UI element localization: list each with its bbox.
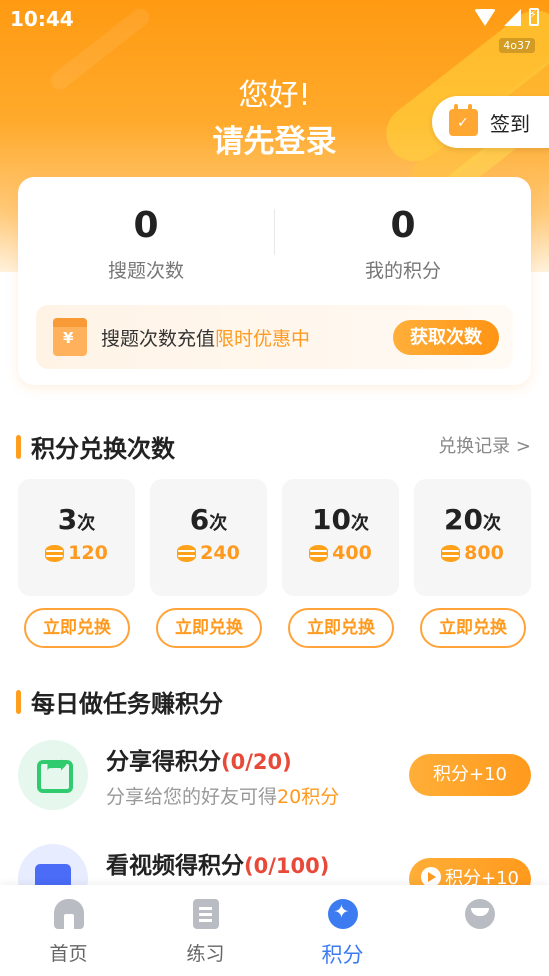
- battery-icon: [529, 8, 539, 26]
- recharge-banner[interactable]: 搜题次数充值 限时优惠中 获取次数: [36, 305, 513, 369]
- task-progress: (0/20): [221, 750, 292, 774]
- mine-icon: [464, 899, 495, 929]
- redeem-button[interactable]: 立即兑换: [156, 608, 262, 648]
- exchange-card[interactable]: 10次 400: [282, 479, 399, 596]
- checkin-button[interactable]: 签到: [432, 96, 549, 148]
- nav-points[interactable]: 积分: [274, 899, 411, 969]
- recharge-highlight: 限时优惠中: [215, 327, 311, 350]
- get-count-button[interactable]: 获取次数: [393, 320, 499, 355]
- coin-icon: [45, 544, 65, 562]
- exchange-title: 积分兑换次数: [31, 435, 175, 463]
- checkin-label: 签到: [490, 111, 530, 136]
- tasks-section-title: 每日做任务赚积分: [16, 684, 223, 719]
- nav-label: 首页: [49, 943, 88, 965]
- nav-label: 积分: [321, 943, 364, 967]
- task-description: 分享给您的好友可得20积分: [106, 782, 339, 809]
- task-progress: (0/100): [244, 854, 330, 878]
- play-icon: [421, 867, 441, 887]
- exchange-unit: 次: [77, 513, 96, 534]
- exchange-count: 3: [57, 503, 78, 536]
- exchange-card[interactable]: 20次 800: [414, 479, 531, 596]
- search-count-stat[interactable]: 0 搜题次数: [18, 205, 274, 283]
- recharge-text: 搜题次数充值: [101, 327, 216, 350]
- nav-label: 练习: [186, 943, 225, 965]
- search-count-value: 0: [133, 205, 159, 246]
- nav-home[interactable]: 首页: [0, 899, 137, 966]
- exchange-record-link[interactable]: 兑换记录 >: [438, 432, 531, 458]
- coin-icon: [177, 544, 197, 562]
- task-share: 分享得积分(0/20) 分享给您的好友可得20积分 积分+10: [18, 740, 531, 810]
- task-name: 看视频得积分: [106, 853, 244, 879]
- wifi-icon: [474, 8, 496, 26]
- points-icon: [327, 899, 358, 929]
- exchange-card[interactable]: 3次 120: [18, 479, 135, 596]
- exchange-unit: 次: [209, 513, 228, 534]
- task-desc-highlight: 20积分: [277, 786, 340, 808]
- bottom-nav: 首页 练习 积分: [0, 885, 549, 976]
- section-marker: [16, 434, 21, 459]
- coin-icon: [441, 544, 461, 562]
- status-icons: [474, 8, 539, 26]
- status-time: 10:44: [10, 7, 74, 31]
- redeem-button[interactable]: 立即兑换: [24, 608, 130, 648]
- calendar-check-icon: [449, 103, 478, 136]
- coupon-icon: [53, 318, 87, 356]
- home-icon: [53, 899, 84, 929]
- exchange-card[interactable]: 6次 240: [150, 479, 267, 596]
- task-name: 分享得积分: [106, 749, 221, 775]
- share-icon: [18, 740, 88, 810]
- task-title: 看视频得积分(0/100): [106, 846, 329, 880]
- stats-card: 0 搜题次数 0 我的积分 搜题次数充值 限时优惠中 获取次数: [18, 177, 531, 385]
- points-value: 0: [390, 205, 416, 246]
- exchange-unit: 次: [350, 513, 369, 534]
- exchange-unit: 次: [482, 513, 501, 534]
- search-count-label: 搜题次数: [107, 260, 184, 282]
- task-title: 分享得积分(0/20): [106, 742, 292, 776]
- task-desc-text: 分享给您的好友可得: [106, 786, 278, 808]
- points-label: 我的积分: [364, 260, 441, 282]
- exchange-points: 400: [332, 542, 372, 564]
- exchange-section-title: 积分兑换次数: [16, 429, 175, 464]
- redeem-button[interactable]: 立即兑换: [420, 608, 526, 648]
- exchange-count: 10: [312, 503, 351, 536]
- exchange-count: 20: [444, 503, 483, 536]
- points-stat[interactable]: 0 我的积分: [275, 205, 531, 283]
- exchange-points: 120: [68, 542, 108, 564]
- signal-icon: [504, 8, 521, 26]
- section-marker: [16, 689, 21, 714]
- nav-practice[interactable]: 练习: [137, 899, 274, 966]
- status-bar: 10:44 4o37: [0, 0, 549, 53]
- exchange-points: 240: [200, 542, 240, 564]
- share-task-button[interactable]: 积分+10: [409, 754, 531, 796]
- tasks-title: 每日做任务赚积分: [31, 690, 223, 718]
- nav-mine[interactable]: [411, 899, 548, 939]
- coin-icon: [309, 544, 329, 562]
- exchange-count: 6: [189, 503, 210, 536]
- status-tag: 4o37: [499, 38, 535, 53]
- redeem-button[interactable]: 立即兑换: [288, 608, 394, 648]
- practice-icon: [192, 899, 219, 929]
- exchange-points: 800: [464, 542, 504, 564]
